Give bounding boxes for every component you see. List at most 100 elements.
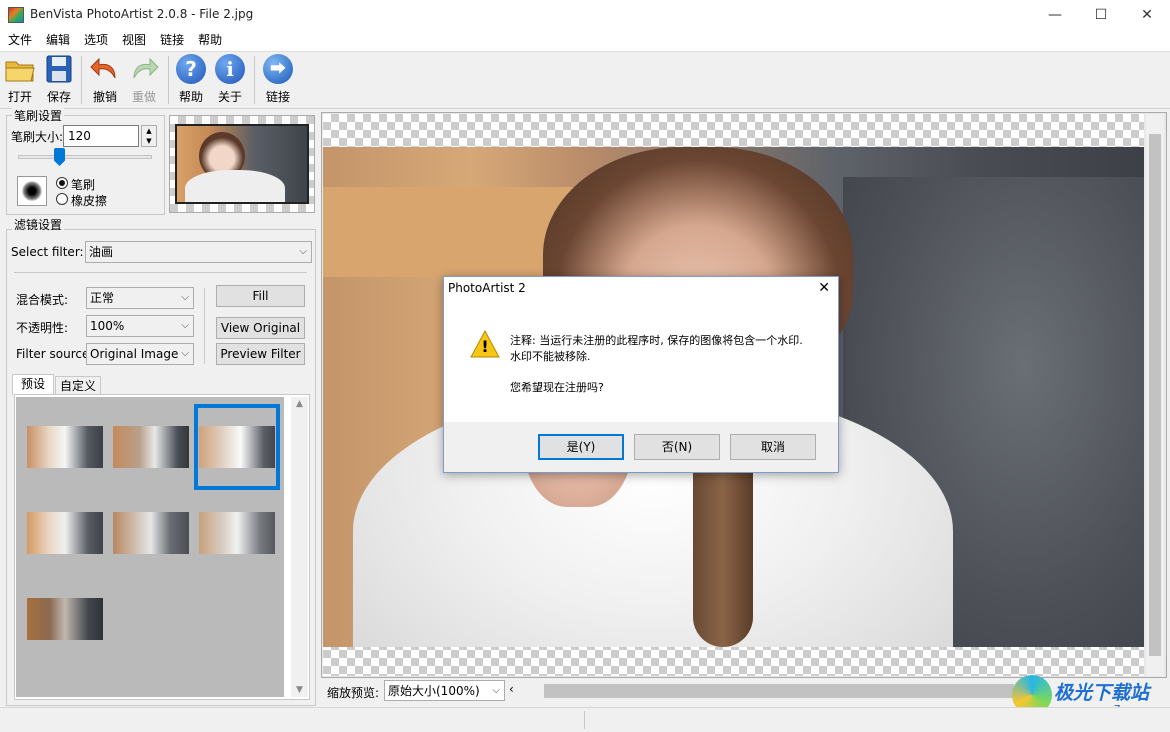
filter-source-label: Filter source:	[16, 347, 94, 361]
brush-settings-title: 笔刷设置	[12, 107, 65, 124]
opacity-label: 不透明性:	[16, 321, 69, 335]
undo-button[interactable]: 撤销	[87, 54, 123, 105]
app-icon	[8, 7, 24, 23]
dialog-message-line2: 水印不能被移除.	[510, 350, 591, 363]
vertical-scroll-thumb[interactable]	[1149, 134, 1161, 656]
toolbar-separator	[254, 56, 255, 104]
save-button[interactable]: 保存	[41, 54, 77, 105]
undo-label: 撤销	[92, 90, 117, 104]
minimize-button[interactable]: —	[1032, 0, 1078, 30]
tab-presets[interactable]: 预设	[12, 374, 54, 395]
title-bar: BenVista PhotoArtist 2.0.8 - File 2.jpg …	[0, 0, 1170, 30]
filter-settings-title: 滤镜设置	[12, 216, 65, 233]
floppy-disk-icon	[43, 54, 75, 84]
filter-select[interactable]: 油画 ⌵	[85, 241, 312, 263]
undo-arrow-icon	[89, 54, 121, 84]
redo-arrow-icon	[128, 54, 160, 84]
save-label: 保存	[46, 90, 71, 104]
chevron-down-icon: ⌵	[181, 292, 189, 303]
eraser-radio[interactable]	[56, 193, 68, 205]
dialog-question: 您希望现在注册吗?	[510, 381, 604, 394]
menu-options[interactable]: 选项	[78, 30, 114, 51]
preset-thumbnail[interactable]	[199, 512, 275, 554]
navigator-sweater	[185, 170, 285, 202]
menu-link[interactable]: 链接	[154, 30, 190, 51]
info-icon: i	[214, 54, 246, 84]
spin-up-icon[interactable]: ▲	[142, 126, 156, 136]
preset-thumbnail[interactable]	[199, 426, 275, 468]
view-original-button[interactable]: View Original	[216, 317, 305, 339]
divider-vertical	[204, 288, 205, 364]
brush-radio-label: 笔刷	[71, 178, 96, 192]
dialog-message-line1: 注释: 当运行未注册的此程序时, 保存的图像将包含一个水印.	[510, 334, 803, 347]
register-dialog: PhotoArtist 2 ✕ ! 注释: 当运行未注册的此程序时, 保存的图像…	[443, 276, 839, 473]
brush-size-input[interactable]: 120	[63, 125, 139, 147]
status-divider	[584, 711, 585, 729]
close-button[interactable]: ✕	[1124, 0, 1170, 30]
menu-view[interactable]: 视图	[116, 30, 152, 51]
cancel-button[interactable]: 取消	[730, 434, 816, 460]
help-button[interactable]: ? 帮助	[173, 54, 209, 105]
scroll-down-icon[interactable]: ▼	[291, 683, 308, 697]
zoom-label: 缩放预览:	[327, 686, 380, 700]
about-label: 关于	[217, 90, 242, 104]
toolbar: 打开 保存 撤销 重做 ? 帮助 i 关于 ⮕ 链接	[0, 52, 1170, 109]
menu-file[interactable]: 文件	[2, 30, 38, 51]
preset-thumbnail[interactable]	[113, 512, 189, 554]
preset-thumbnail[interactable]	[113, 426, 189, 468]
select-filter-label: Select filter:	[11, 245, 84, 259]
brush-radio[interactable]	[56, 177, 68, 189]
dialog-title: PhotoArtist 2	[448, 281, 526, 295]
window-title: BenVista PhotoArtist 2.0.8 - File 2.jpg	[30, 7, 254, 21]
chevron-down-icon: ⌵	[299, 246, 307, 257]
toolbar-separator	[168, 56, 169, 104]
horizontal-scroll-thumb[interactable]	[544, 684, 1014, 698]
dialog-close-button[interactable]: ✕	[818, 280, 830, 296]
yes-button[interactable]: 是(Y)	[538, 434, 624, 460]
preset-thumbnail[interactable]	[27, 598, 103, 640]
menu-edit[interactable]: 编辑	[40, 30, 76, 51]
blend-mode-select[interactable]: 正常 ⌵	[86, 287, 194, 309]
preset-thumbnail[interactable]	[27, 426, 103, 468]
zoom-select[interactable]: 原始大小(100%) ⌵	[384, 680, 505, 701]
preset-thumbnail[interactable]	[27, 512, 103, 554]
warning-icon: !	[470, 329, 500, 359]
link-button[interactable]: ⮕ 链接	[260, 54, 296, 105]
scroll-left-icon[interactable]: ‹	[509, 682, 514, 696]
chevron-down-icon: ⌵	[181, 348, 189, 359]
status-bar	[0, 707, 1170, 732]
navigator-preview[interactable]	[169, 115, 315, 213]
fill-button[interactable]: Fill	[216, 285, 305, 307]
brush-size-label: 笔刷大小:	[11, 130, 64, 144]
opacity-value: 100%	[90, 319, 125, 333]
spin-down-icon[interactable]: ▼	[142, 136, 156, 146]
folder-open-icon	[4, 54, 36, 84]
toolbar-separator	[81, 56, 82, 104]
no-button[interactable]: 否(N)	[634, 434, 720, 460]
help-label: 帮助	[178, 90, 203, 104]
maximize-button[interactable]: ☐	[1078, 0, 1124, 30]
filter-select-value: 油画	[89, 245, 114, 259]
blend-mode-label: 混合模式:	[16, 293, 69, 307]
watermark-brand: 极光下载站	[1054, 682, 1150, 704]
divider	[14, 272, 307, 273]
filter-source-select[interactable]: Original Image ⌵	[86, 343, 194, 365]
scroll-up-icon[interactable]: ▲	[291, 397, 308, 411]
chevron-down-icon: ⌵	[492, 685, 500, 696]
chevron-down-icon: ⌵	[181, 320, 189, 331]
tab-custom[interactable]: 自定义	[55, 376, 101, 395]
open-button[interactable]: 打开	[2, 54, 38, 105]
menu-bar: 文件 编辑 选项 视图 链接 帮助	[0, 30, 1170, 52]
link-label: 链接	[265, 90, 290, 104]
blend-mode-value: 正常	[90, 291, 115, 305]
canvas-vertical-scrollbar[interactable]	[1146, 114, 1164, 676]
brush-size-slider[interactable]	[18, 155, 152, 159]
about-button[interactable]: i 关于	[212, 54, 248, 105]
redo-button[interactable]: 重做	[126, 54, 162, 105]
opacity-select[interactable]: 100% ⌵	[86, 315, 194, 337]
presets-scrollbar[interactable]: ▲ ▼	[291, 397, 308, 697]
brush-size-spinner[interactable]: ▲ ▼	[141, 125, 157, 147]
preview-filter-button[interactable]: Preview Filter	[216, 343, 305, 365]
menu-help[interactable]: 帮助	[192, 30, 228, 51]
brush-preview	[17, 176, 47, 206]
